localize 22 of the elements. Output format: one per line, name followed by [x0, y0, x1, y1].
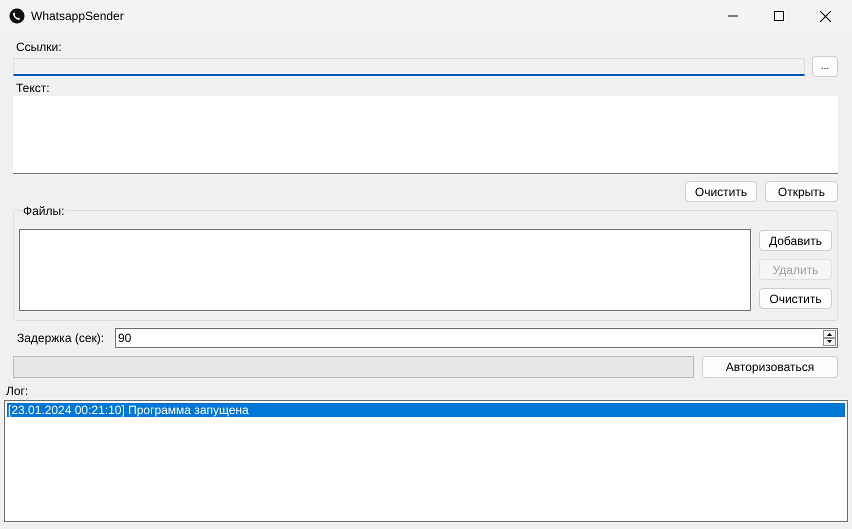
window-title: WhatsappSender: [31, 8, 124, 25]
browse-button[interactable]: ...: [812, 56, 838, 77]
files-list[interactable]: [19, 229, 751, 311]
delay-value: 90: [117, 330, 132, 347]
links-field[interactable]: [13, 58, 805, 76]
links-label: Ссылки:: [15, 40, 63, 54]
log-label: Лог:: [5, 384, 30, 398]
log-entry[interactable]: [23.01.2024 00:21:10] Программа запущена: [7, 403, 845, 417]
text-label: Текст:: [15, 81, 51, 95]
open-button[interactable]: Открыть: [765, 181, 838, 202]
delay-spinbox[interactable]: 90: [115, 328, 838, 348]
app-icon: [9, 8, 25, 24]
delay-label: Задержка (сек):: [16, 330, 106, 347]
maximize-icon: [774, 11, 784, 21]
clear-files-button[interactable]: Очистить: [759, 288, 832, 309]
close-icon: [820, 10, 830, 22]
files-label: Файлы:: [22, 204, 66, 218]
text-field[interactable]: [13, 96, 838, 174]
spin-arrows-icon[interactable]: [823, 330, 836, 346]
add-file-button[interactable]: Добавить: [759, 230, 832, 251]
authorize-button[interactable]: Авторизоваться: [702, 356, 838, 378]
clear-text-button[interactable]: Очистить: [685, 181, 757, 202]
